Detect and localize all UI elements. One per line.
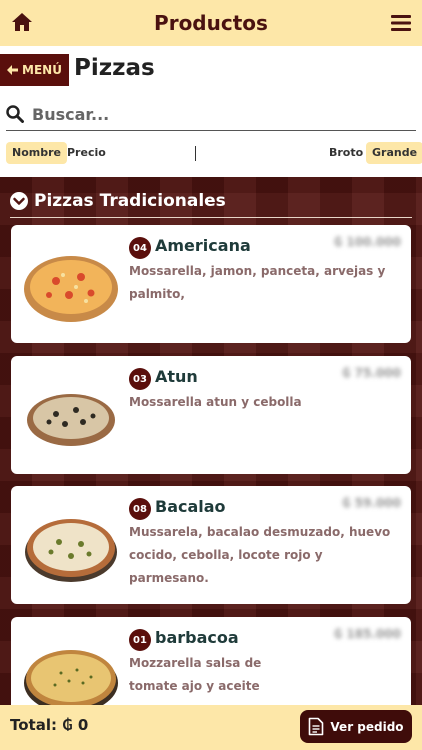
product-card-atun[interactable]: 03 Atun ₲ 75.000 Mossarella atun y cebol… [11, 356, 411, 474]
sort-by-name-button[interactable]: Nombre [6, 142, 67, 164]
product-name: Bacalao [155, 497, 226, 516]
product-number-badge: 01 [129, 629, 151, 651]
product-price: ₲ 75.000 [342, 366, 401, 380]
product-price: ₲ 100.000 [333, 235, 401, 249]
chevron-down-circle-icon [10, 192, 28, 210]
home-icon[interactable] [11, 12, 33, 32]
size-grande-button[interactable]: Grande [366, 142, 422, 164]
product-card-barbacoa[interactable]: 01 barbacoa ₲ 185.000 Mozzarella salsa d… [11, 617, 411, 705]
section-title: Pizzas Tradicionales [34, 191, 226, 211]
footer-bar: Total: ₲ 0 Ver pedido [0, 705, 422, 750]
size-broto-button[interactable]: Broto [323, 142, 369, 164]
total-label: Total: [10, 716, 57, 734]
back-button-label: MENÚ [22, 63, 62, 77]
product-number-badge: 04 [129, 237, 151, 259]
product-description: Mossarella atun y cebolla [129, 395, 302, 409]
product-description: Mossarella, jamon, panceta, arvejas y pa… [129, 264, 386, 301]
search-input[interactable] [30, 103, 394, 125]
back-to-menu-button[interactable]: MENÚ [0, 54, 69, 86]
page-title: Pizzas [74, 55, 155, 81]
section-header[interactable]: Pizzas Tradicionales [10, 185, 412, 218]
product-card-bacalao[interactable]: 08 Bacalao ₲ 59.000 Mussarela, bacalao d… [11, 486, 411, 604]
product-list[interactable]: Pizzas Tradicionales 04 Americana ₲ 100.… [0, 177, 422, 705]
product-card-americana[interactable]: 04 Americana ₲ 100.000 Mossarella, jamon… [11, 225, 411, 343]
sort-bar: Nombre Precio Broto Grande [0, 140, 422, 168]
sort-by-price-button[interactable]: Precio [61, 142, 112, 164]
product-number-badge: 08 [129, 498, 151, 520]
search-bar [6, 98, 416, 131]
product-name: barbacoa [155, 628, 239, 647]
hamburger-menu-icon[interactable] [391, 14, 411, 32]
pizza-image [27, 394, 115, 446]
app-title: Productos [154, 11, 268, 35]
product-number-badge: 03 [129, 368, 151, 390]
search-icon [6, 105, 24, 123]
product-price: ₲ 185.000 [333, 627, 401, 641]
product-name: Atun [155, 367, 198, 386]
sort-divider [195, 146, 196, 161]
total-value: ₲ 0 [62, 716, 89, 734]
product-description: Mozzarella salsa de tomate ajo y aceite [129, 656, 262, 693]
page-header: MENÚ Pizzas [0, 46, 422, 94]
order-total: Total: ₲ 0 [10, 716, 88, 734]
product-price: ₲ 59.000 [342, 496, 401, 510]
view-order-label: Ver pedido [330, 719, 404, 734]
pizza-image [24, 650, 118, 705]
pizza-image [25, 519, 117, 582]
product-description: Mussarela, bacalao desmuzado, huevo coci… [129, 525, 391, 585]
top-bar: Productos [0, 0, 422, 46]
document-icon [309, 717, 324, 736]
pizza-image [24, 256, 118, 322]
product-name: Americana [155, 236, 251, 255]
arrow-left-icon [7, 65, 19, 75]
view-order-button[interactable]: Ver pedido [300, 710, 412, 743]
